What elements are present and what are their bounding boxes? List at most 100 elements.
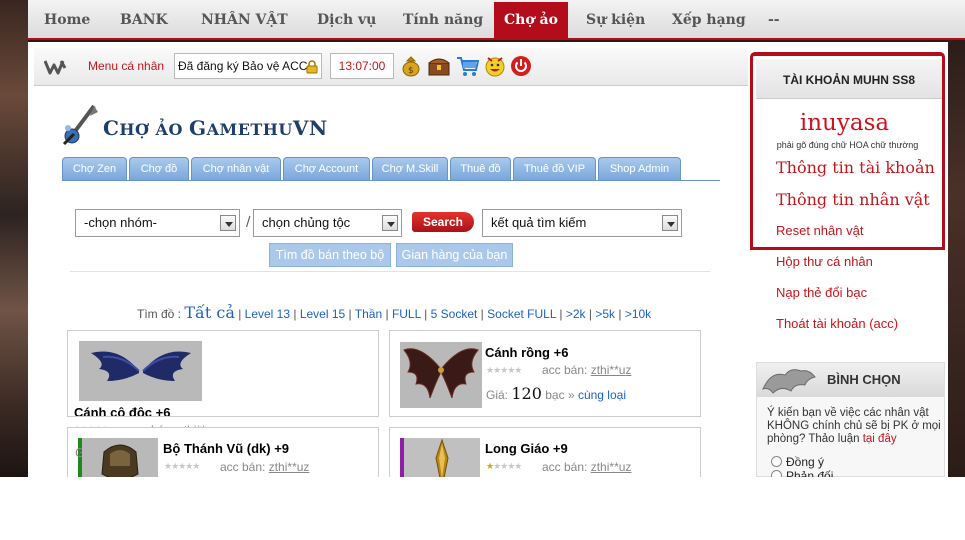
item-name: Cánh cô độc +6 — [74, 405, 171, 417]
logout-link[interactable]: Thoát tài khoản (acc) — [776, 316, 898, 331]
page: Home BANK NHÂN VẬT Dịch vụ Tính năng Chợ… — [0, 0, 965, 540]
account-info-link[interactable]: Thông tin tài khoản — [776, 158, 935, 177]
item-image — [82, 438, 158, 477]
account-status-box: Đã đăng ký Bảo vệ ACC — [174, 53, 322, 79]
item-image — [404, 438, 480, 477]
discuss-link[interactable]: tại đây — [863, 433, 897, 445]
tab-shop-admin[interactable]: Shop Admin — [598, 157, 681, 180]
seller: acc bán: zthi**uz — [220, 460, 310, 474]
account-sidebar: TÀI KHOẢN MUHN SS8 inuyasa phải gõ đúng … — [750, 52, 945, 477]
treasure-chest-icon[interactable] — [427, 55, 450, 77]
site-logo-icon[interactable] — [43, 59, 70, 75]
smiley-gift-icon[interactable] — [484, 55, 506, 77]
background-art-right — [945, 0, 965, 477]
personal-menu-link[interactable]: Menu cá nhân — [88, 59, 164, 73]
rating-stars: ★★★★★ — [486, 462, 522, 472]
username: inuyasa — [799, 110, 890, 136]
nav-virtual-market[interactable]: Chợ ảo — [494, 2, 568, 40]
divider — [70, 271, 710, 272]
item-card[interactable]: Cánh rồng +6 ★★★★★ acc bán: zthi**uz Giá… — [389, 330, 701, 417]
shopping-cart-icon[interactable] — [456, 55, 480, 77]
money-bag-icon[interactable]: $ — [400, 55, 422, 77]
nav-events[interactable]: Sự kiện — [586, 0, 645, 38]
item-name: Cánh rồng +6 — [485, 345, 569, 360]
tab-zen-market[interactable]: Chợ Zen — [62, 157, 127, 180]
nav-bank[interactable]: BANK — [120, 0, 168, 38]
group-select[interactable]: -chọn nhóm- — [75, 209, 240, 237]
item-card[interactable]: Long Giáo +9 ★★★★★ acc bán: zthi**uz — [389, 427, 701, 477]
market-title: CHỢ ẢO GAMETHUVN — [103, 116, 328, 140]
find-set-button[interactable]: Tìm đồ bán theo bộ — [269, 243, 391, 267]
nav-features[interactable]: Tính năng — [403, 0, 483, 38]
poll-option-disagree[interactable]: Phản đối — [771, 469, 833, 477]
poll-header: BÌNH CHỌN — [757, 363, 944, 397]
select-separator: / — [246, 215, 251, 230]
nav-more[interactable]: -- — [768, 0, 780, 38]
seller-link[interactable]: zthi**uz — [591, 460, 632, 474]
filter-level15[interactable]: Level 15 — [300, 307, 345, 321]
account-status-text: Đã đăng ký Bảo vệ ACC — [178, 59, 308, 73]
filter-gt2k[interactable]: >2k — [566, 307, 586, 321]
inbox-link[interactable]: Hộp thư cá nhân — [776, 254, 873, 269]
filter-all[interactable]: Tất cả — [184, 303, 235, 322]
browser-viewport: Home BANK NHÂN VẬT Dịch vụ Tính năng Chợ… — [0, 0, 965, 477]
filter-gt5k[interactable]: >5k — [595, 307, 615, 321]
radio-icon[interactable] — [771, 470, 782, 477]
item-image — [400, 342, 482, 408]
item-image — [79, 341, 202, 401]
power-icon[interactable] — [510, 55, 532, 77]
filter-divine[interactable]: Thần — [355, 307, 382, 321]
account-panel: TÀI KHOẢN MUHN SS8 — [750, 52, 945, 250]
poll-title: BÌNH CHỌN — [827, 372, 901, 387]
market-logo-icon — [60, 104, 100, 150]
search-button[interactable]: Search — [412, 212, 474, 232]
svg-text:$: $ — [408, 66, 414, 76]
seller-link[interactable]: zthi**uz — [591, 363, 632, 377]
seller: acc bán: zthi**uz — [542, 460, 632, 474]
radio-icon[interactable] — [771, 456, 782, 467]
tab-item-market[interactable]: Chợ đồ — [129, 157, 189, 180]
nav-characters[interactable]: NHÂN VẬT — [201, 0, 288, 38]
search-results-select[interactable]: kết quả tìm kiếm — [482, 209, 682, 237]
poll-option-agree[interactable]: Đồng ý — [771, 455, 824, 469]
race-select[interactable]: chọn chủng tộc — [253, 209, 402, 237]
same-type-link[interactable]: cùng loại — [578, 388, 626, 402]
rating-stars: ★★★★★ — [164, 462, 200, 472]
filter-socket-full[interactable]: Socket FULL — [487, 307, 556, 321]
chevron-down-icon — [662, 215, 678, 231]
item-card[interactable]: Cánh cô độc +6 — [67, 330, 379, 417]
item-name: Long Giáo +9 — [485, 441, 568, 456]
tab-rent-items[interactable]: Thuê đồ — [450, 157, 511, 180]
user-toolbar: Menu cá nhân Đã đăng ký Bảo vệ ACC 13:07… — [34, 48, 748, 86]
account-panel-title: TÀI KHOẢN MUHN SS8 — [756, 59, 942, 99]
username-note: phải gõ đúng chữ HOA chữ thường — [776, 140, 919, 150]
filter-5socket[interactable]: 5 Socket — [431, 307, 478, 321]
topup-link[interactable]: Nạp thẻ đổi bạc — [776, 285, 867, 300]
nav-home[interactable]: Home — [44, 0, 90, 38]
top-nav: Home BANK NHÂN VẬT Dịch vụ Tính năng Chợ… — [28, 0, 965, 40]
nav-services[interactable]: Dịch vụ — [317, 0, 376, 38]
poll-panel: BÌNH CHỌN Ý kiến bạn về việc các nhân vậ… — [756, 362, 945, 477]
lock-icon — [305, 58, 319, 74]
filter-full[interactable]: FULL — [392, 307, 421, 321]
filter-level13[interactable]: Level 13 — [245, 307, 290, 321]
item-card[interactable]: G Bộ Thánh Vũ (dk) +9 ★★★★★ acc bán: zth… — [67, 427, 379, 477]
tabs-underline — [62, 180, 720, 181]
tab-mskill-market[interactable]: Chợ M.Skill — [372, 157, 448, 180]
server-time: 13:07:00 — [330, 53, 394, 79]
poll-question: Ý kiến bạn về việc các nhân vật KHÔNG ch… — [767, 407, 941, 445]
background-art — [0, 0, 28, 477]
character-info-link[interactable]: Thông tin nhân vật — [776, 190, 930, 209]
reset-character-link[interactable]: Reset nhân vật — [776, 223, 863, 238]
tab-account-market[interactable]: Chợ Account — [283, 157, 370, 180]
filter-gt10k[interactable]: >10k — [625, 307, 651, 321]
dragon-icon — [761, 365, 817, 395]
rating-stars: ★★★★★ — [486, 366, 522, 376]
filter-row: Tìm đồ : Tất cả | Level 13 | Level 15 | … — [137, 303, 652, 322]
tab-rent-vip[interactable]: Thuê đồ VIP — [513, 157, 596, 180]
seller-link[interactable]: zthi**uz — [269, 460, 310, 474]
tab-character-market[interactable]: Chợ nhân vật — [191, 157, 281, 180]
seller: acc bán: zthi**uz — [542, 363, 632, 377]
your-shop-button[interactable]: Gian hàng của bạn — [396, 243, 513, 267]
nav-rankings[interactable]: Xếp hạng — [672, 0, 746, 38]
